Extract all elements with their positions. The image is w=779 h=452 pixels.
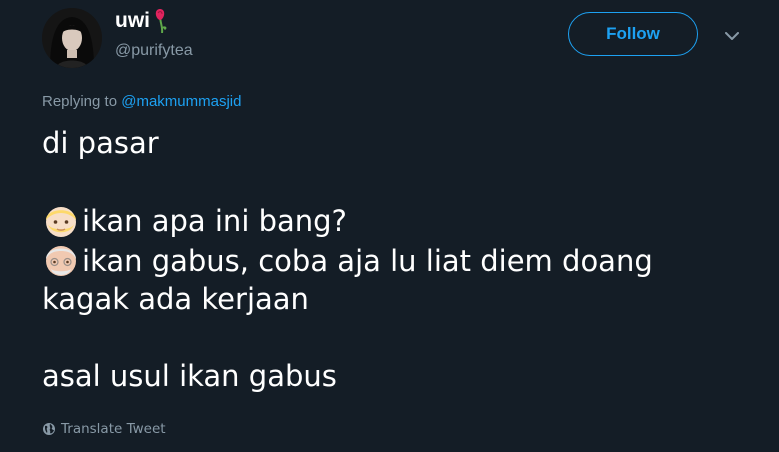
tweet-line: asal usul ikan gabus [42, 359, 337, 393]
display-name[interactable]: uwi [115, 9, 150, 33]
translate-label[interactable]: Translate Tweet [61, 420, 166, 438]
old-man-emoji [42, 241, 80, 279]
translate-tweet-button[interactable]: Translate Tweet [42, 420, 166, 438]
blond-man-emoji [42, 201, 80, 239]
tweet-text: di pasar ikan apa ini bang? ikan gabus, … [42, 124, 742, 396]
tweet-line: di pasar [42, 126, 159, 160]
more-options-button[interactable] [720, 26, 744, 46]
username[interactable]: @purifytea [115, 41, 193, 61]
tweet-line-text: ikan gabus, coba aja lu liat diem doang [82, 243, 653, 278]
chevron-down-icon [725, 31, 739, 40]
tweet-card: uwi @purifytea Follow Replying to @makmu… [0, 0, 779, 452]
replying-to: Replying to @makmummasjid [42, 92, 241, 112]
follow-button[interactable]: Follow [568, 12, 698, 56]
display-name-row[interactable]: uwi [115, 9, 170, 34]
tweet-line: kagak ada kerjaan [42, 282, 309, 316]
tweet-line-text: ikan apa ini bang? [82, 204, 347, 238]
wilted-flower-icon [154, 9, 170, 34]
replying-prefix: Replying to [42, 93, 118, 110]
tweet-line-with-emoji: ikan gabus, coba aja lu liat diem doang [42, 241, 742, 281]
avatar[interactable] [42, 8, 102, 68]
reply-mention-link[interactable]: @makmummasjid [121, 93, 241, 110]
tweet-line-with-emoji: ikan apa ini bang? [42, 201, 742, 241]
globe-icon [43, 423, 55, 435]
